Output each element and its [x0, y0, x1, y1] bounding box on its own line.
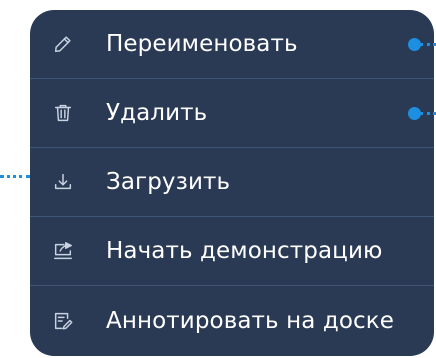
whiteboard-annotate-icon: [50, 308, 76, 334]
context-menu: Переименовать Удалить Загрузить Начать д…: [30, 10, 434, 356]
callout-line-rename: [420, 43, 436, 46]
menu-item-label: Начать демонстрацию: [106, 238, 383, 264]
menu-item-delete[interactable]: Удалить: [30, 79, 434, 148]
callout-line-left: [0, 175, 30, 178]
pencil-icon: [50, 31, 76, 57]
callout-line-delete: [420, 112, 436, 115]
trash-icon: [50, 100, 76, 126]
screen-share-icon: [50, 238, 76, 264]
menu-item-rename[interactable]: Переименовать: [30, 10, 434, 79]
menu-item-download[interactable]: Загрузить: [30, 148, 434, 217]
menu-item-label: Удалить: [106, 100, 208, 126]
menu-item-annotate-whiteboard[interactable]: Аннотировать на доске: [30, 286, 434, 355]
menu-item-label: Переименовать: [106, 31, 298, 57]
menu-item-label: Загрузить: [106, 169, 231, 195]
menu-item-label: Аннотировать на доске: [106, 307, 395, 334]
screenshot-stage: Переименовать Удалить Загрузить Начать д…: [0, 0, 436, 358]
menu-item-start-presentation[interactable]: Начать демонстрацию: [30, 217, 434, 286]
download-icon: [50, 169, 76, 195]
